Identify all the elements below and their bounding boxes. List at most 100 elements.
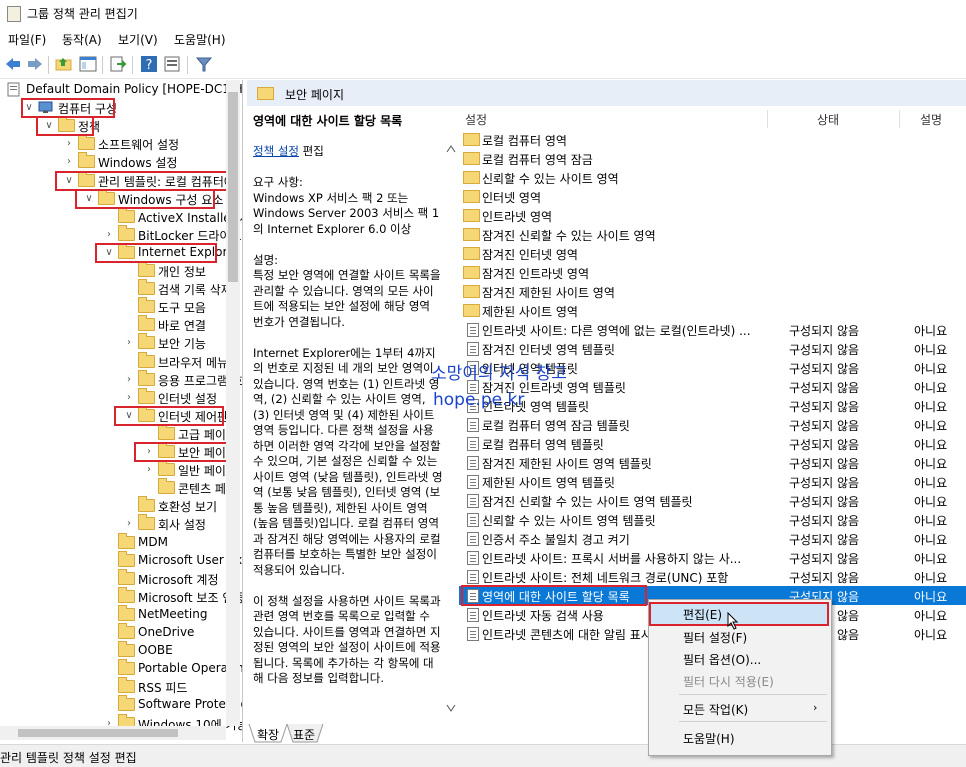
setting-comment: 아니요 bbox=[914, 476, 948, 490]
list-item[interactable]: 제한된 사이트 영역 템플릿 구성되지 않음 아니요 bbox=[459, 472, 966, 491]
tree-item[interactable]: 바로 연결 bbox=[0, 315, 226, 334]
list-item[interactable]: 신뢰할 수 있는 사이트 영역 템플릿 구성되지 않음 아니요 bbox=[459, 510, 966, 529]
menu-action[interactable]: 동작(A) bbox=[62, 31, 102, 48]
tree-item[interactable]: 호환성 보기 bbox=[0, 496, 226, 515]
list-item[interactable]: 잠겨진 제한된 사이트 영역 bbox=[459, 282, 966, 301]
list-item[interactable]: 인트라넷 영역 bbox=[459, 206, 966, 225]
filter-icon[interactable] bbox=[195, 55, 213, 73]
list-item[interactable]: 인터넷 영역 bbox=[459, 187, 966, 206]
tree-item[interactable]: › 응용 프로그램 호 bbox=[0, 369, 242, 389]
tree-item[interactable]: Microsoft 계정 bbox=[0, 568, 226, 588]
menu-separator bbox=[679, 721, 827, 722]
tree-item[interactable]: Microsoft 보조 인증 bbox=[0, 586, 242, 606]
tree-item[interactable]: › 회사 설정 bbox=[0, 514, 226, 533]
status-text: 관리 템플릿 정책 설정 편집 bbox=[0, 751, 137, 765]
tree-item[interactable]: Software Protection bbox=[0, 695, 242, 714]
list-item[interactable]: 잠겨진 인트라넷 영역 bbox=[459, 263, 966, 282]
menu-item-all-tasks[interactable]: 모든 작업(K) bbox=[683, 701, 748, 718]
collapse-chevron-icon[interactable]: › bbox=[124, 334, 134, 352]
export-list-icon[interactable] bbox=[109, 55, 127, 73]
list-item[interactable]: 잠겨진 신뢰할 수 있는 사이트 영역 템플릿 구성되지 않음 아니요 bbox=[459, 491, 966, 510]
folder-icon bbox=[463, 171, 480, 184]
tree-item[interactable]: NetMeeting bbox=[0, 604, 226, 624]
menu-item-filter-on[interactable]: 필터 설정(F) bbox=[683, 629, 747, 646]
setting-state: 구성되지 않음 bbox=[789, 324, 860, 338]
tree-item[interactable]: MDM bbox=[0, 532, 226, 552]
tree-item-label: 보안 기능 bbox=[158, 337, 206, 352]
back-arrow-icon[interactable] bbox=[4, 55, 22, 73]
tab-extended[interactable]: 확장 bbox=[257, 726, 279, 743]
tree-horizontal-scrollbar[interactable] bbox=[0, 726, 226, 740]
tree-item[interactable]: 브라우저 메뉴 bbox=[0, 351, 228, 371]
list-item[interactable]: 인증서 주소 불일치 경고 켜기 구성되지 않음 아니요 bbox=[459, 529, 966, 548]
list-item[interactable]: 로컬 컴퓨터 영역 템플릿 구성되지 않음 아니요 bbox=[459, 434, 966, 453]
list-item[interactable]: 로컬 컴퓨터 영역 bbox=[459, 130, 966, 149]
description-body: 정책 설정 편집 요구 사항: Windows XP 서비스 팩 2 또는 Wi… bbox=[253, 144, 443, 685]
up-folder-icon[interactable] bbox=[55, 55, 73, 73]
folder-icon bbox=[257, 87, 274, 100]
tree-item[interactable]: ActiveX Installer 서비 bbox=[0, 206, 242, 226]
collapse-chevron-icon[interactable]: › bbox=[124, 515, 134, 533]
folder-icon bbox=[138, 333, 155, 350]
folder-icon bbox=[138, 351, 155, 368]
tree-item[interactable]: 검색 기록 삭제 bbox=[0, 279, 232, 298]
tree-item[interactable]: OOBE bbox=[0, 641, 226, 660]
folder-icon bbox=[463, 228, 480, 241]
menu-file[interactable]: 파일(F) bbox=[8, 31, 46, 48]
edit-policy-link[interactable]: 정책 설정 bbox=[253, 144, 299, 158]
menu-help[interactable]: 도움말(H) bbox=[174, 31, 226, 48]
tree-item[interactable]: RSS 피드 bbox=[0, 677, 226, 696]
menu-item-help[interactable]: 도움말(H) bbox=[683, 730, 735, 747]
show-hide-tree-icon[interactable] bbox=[79, 55, 97, 73]
collapse-chevron-icon[interactable]: › bbox=[64, 135, 74, 153]
tab-outline bbox=[248, 724, 324, 743]
tab-standard[interactable]: 표준 bbox=[293, 726, 315, 743]
tree-item[interactable]: ∨ 정책 bbox=[0, 116, 226, 135]
list-item[interactable]: 로컬 컴퓨터 영역 잠금 템플릿 구성되지 않음 아니요 bbox=[459, 415, 966, 434]
list-item[interactable]: 로컬 컴퓨터 영역 잠금 bbox=[459, 149, 966, 168]
tree-vertical-scrollbar[interactable] bbox=[226, 80, 240, 726]
tree-item[interactable]: › 소프트웨어 설정 bbox=[0, 134, 226, 153]
menu-item-edit[interactable]: 편집(E) bbox=[683, 606, 722, 623]
tree-item[interactable]: OneDrive bbox=[0, 623, 226, 642]
tree-item[interactable]: › 일반 페이지 bbox=[0, 460, 237, 479]
tree-item[interactable]: › 보안 기능 bbox=[0, 333, 226, 352]
tree-item-label: 회사 설정 bbox=[158, 518, 206, 533]
watermark: 소망이의 지식 창고 hope.pe.kr bbox=[431, 361, 567, 413]
list-item[interactable]: 인트라넷 사이트: 다른 영역에 없는 로컬(인트라넷) ... 구성되지 않음 아… bbox=[459, 320, 966, 339]
tree-item[interactable]: 도구 모음 bbox=[0, 297, 226, 316]
forward-arrow-icon[interactable] bbox=[26, 55, 44, 73]
setting-name: 제한된 사이트 영역 템플릿 bbox=[482, 476, 615, 490]
collapse-chevron-icon[interactable]: › bbox=[104, 226, 114, 244]
folder-icon bbox=[138, 387, 155, 404]
tree-item[interactable]: › 인터넷 설정 bbox=[0, 387, 226, 407]
tree-item[interactable]: Default Domain Policy [HOPE-DC1.H bbox=[0, 81, 242, 99]
collapse-chevron-icon[interactable]: › bbox=[124, 389, 134, 407]
tree-item[interactable]: 개인 정보 bbox=[0, 261, 226, 280]
help-icon[interactable]: ? bbox=[140, 55, 158, 73]
menu-view[interactable]: 보기(V) bbox=[118, 31, 158, 48]
list-item[interactable]: 잠겨진 인터넷 영역 템플릿 구성되지 않음 아니요 bbox=[459, 339, 966, 358]
menu-item-filter-options[interactable]: 필터 옵션(O)... bbox=[683, 651, 761, 668]
collapse-chevron-icon[interactable]: › bbox=[124, 371, 134, 389]
setting-comment: 아니요 bbox=[914, 400, 948, 414]
tree-item[interactable]: Portable Operating bbox=[0, 659, 242, 678]
properties-icon[interactable] bbox=[163, 55, 181, 73]
collapse-chevron-icon[interactable]: › bbox=[64, 153, 74, 171]
tree-item[interactable]: › Windows 설정 bbox=[0, 152, 226, 171]
tree-item[interactable]: › BitLocker 드라이브 bbox=[0, 224, 242, 244]
tree-item[interactable]: Microsoft User Expe bbox=[0, 550, 242, 570]
collapse-chevron-icon[interactable]: › bbox=[144, 461, 154, 479]
list-item[interactable]: 잠겨진 제한된 사이트 영역 템플릿 구성되지 않음 아니요 bbox=[459, 453, 966, 472]
list-item[interactable]: 잠겨진 신뢰할 수 있는 사이트 영역 bbox=[459, 225, 966, 244]
list-item[interactable]: 제한된 사이트 영역 bbox=[459, 301, 966, 320]
folder-icon bbox=[138, 514, 155, 531]
setting-state: 구성되지 않음 bbox=[789, 343, 860, 357]
list-item[interactable]: 신뢰할 수 있는 사이트 영역 bbox=[459, 168, 966, 187]
tree-item[interactable]: 콘텐츠 페이 bbox=[0, 478, 237, 497]
description-scrollbar[interactable] bbox=[444, 140, 458, 718]
list-item[interactable]: 잠겨진 인터넷 영역 bbox=[459, 244, 966, 263]
list-item[interactable]: 인트라넷 사이트: 전체 네트워크 경로(UNC) 포함 구성되지 않음 아니요 bbox=[459, 567, 966, 586]
tree-item[interactable]: 고급 페이지 bbox=[0, 423, 237, 443]
list-item[interactable]: 인트라넷 사이트: 프록시 서버를 사용하지 않는 사... 구성되지 않음 아니요 bbox=[459, 548, 966, 567]
